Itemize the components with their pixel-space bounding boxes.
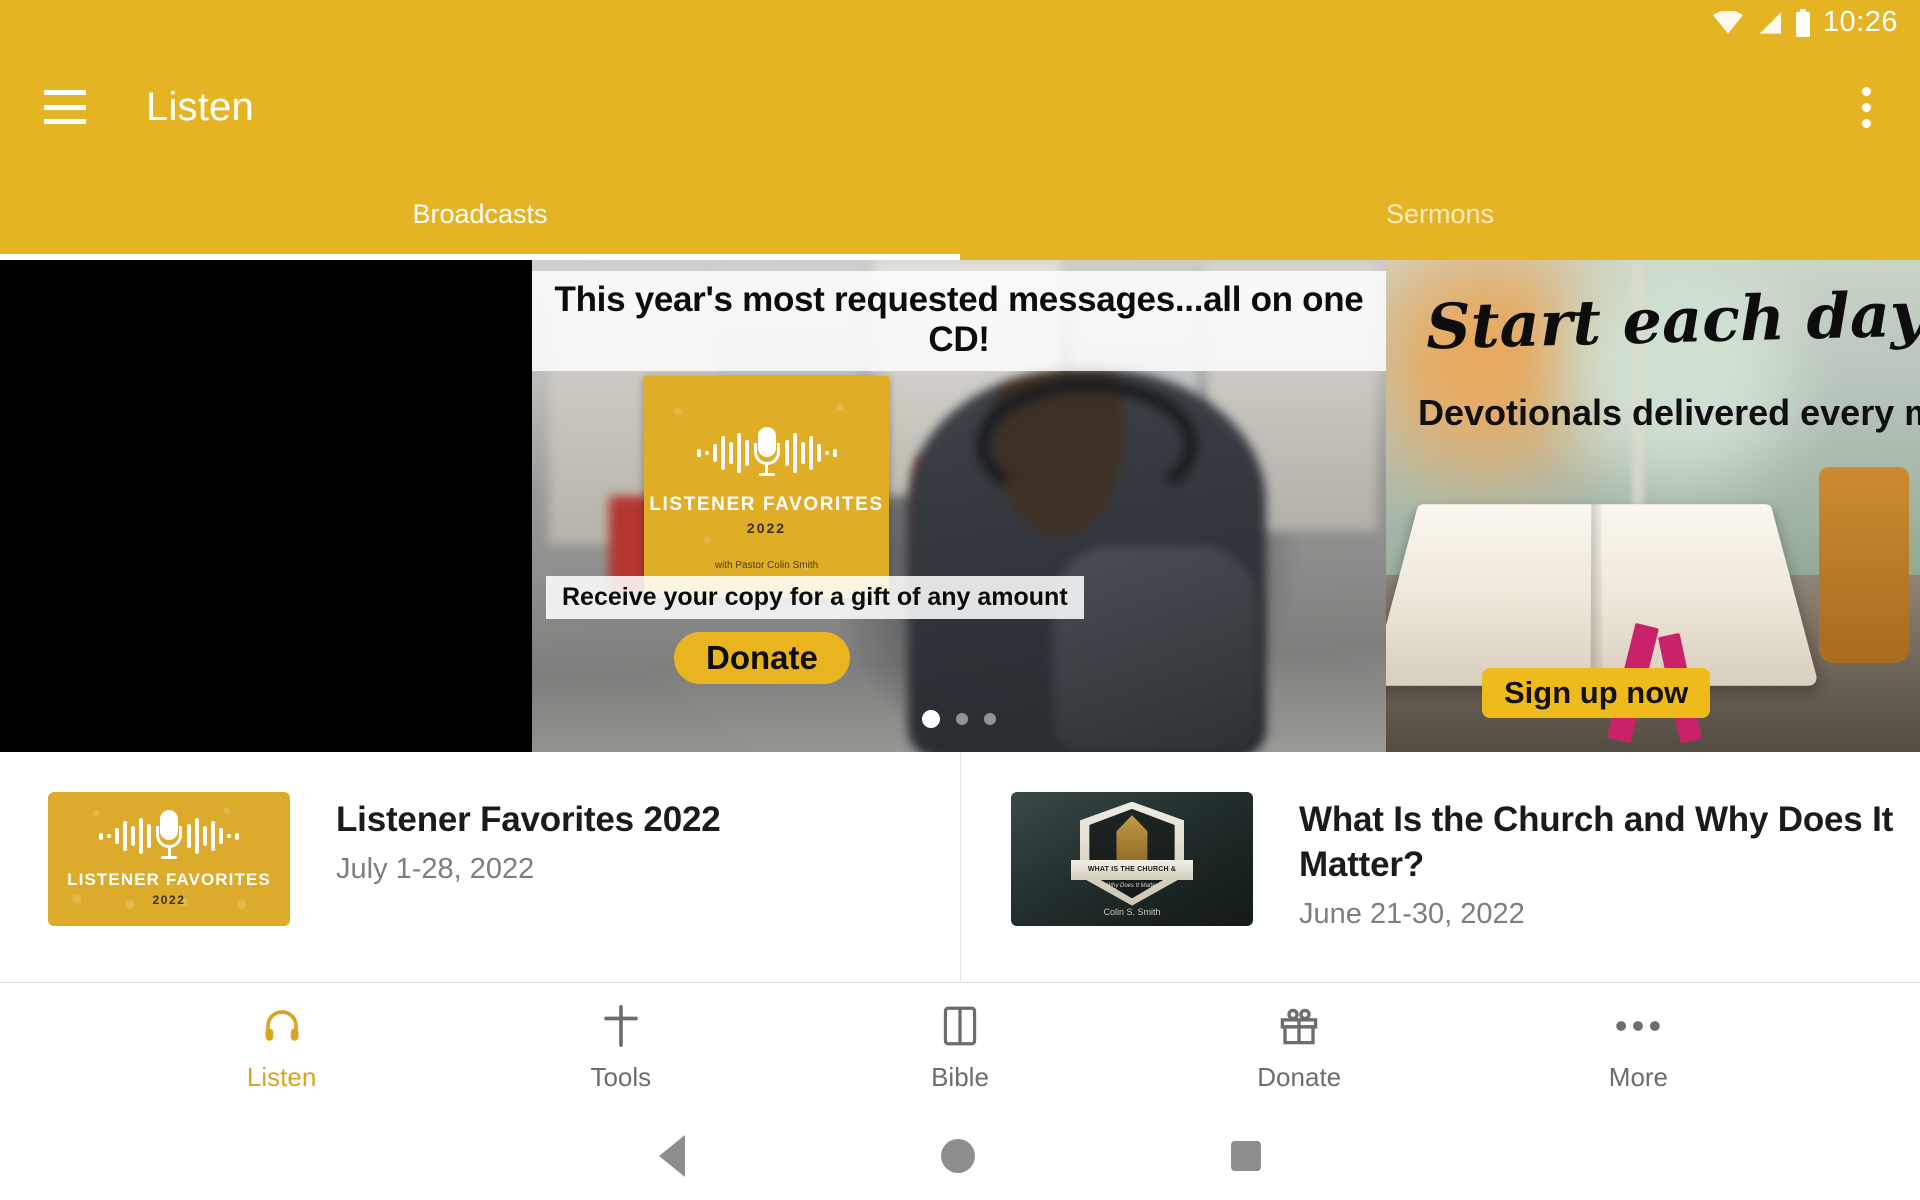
album-art-byline: with Pastor Colin Smith	[714, 560, 819, 571]
nav-label-more: More	[1608, 1061, 1669, 1092]
album-art-year: 2022	[746, 520, 787, 536]
book-icon	[941, 1003, 979, 1049]
carousel-dot-1[interactable]	[922, 710, 940, 728]
page-title: Listen	[146, 84, 254, 129]
nav-item-bible[interactable]: Bible	[790, 1003, 1129, 1093]
carousel-pagination-dots[interactable]	[922, 710, 996, 728]
album-art-listener-favorites: LISTENER FAVORITES 2022 with Pastor Coli…	[644, 376, 889, 598]
microphone-waveform-icon	[644, 420, 889, 486]
promo-headline: This year's most requested messages...al…	[554, 280, 1364, 359]
carousel-slide-devotionals[interactable]: Start each day in C Devotionals delivere…	[1386, 260, 1920, 752]
signup-button[interactable]: Sign up now	[1482, 668, 1711, 718]
thumbnail-what-is-the-church: WHAT IS THE CHURCH & Why Does It Matter …	[1011, 792, 1253, 926]
carousel-dot-3[interactable]	[984, 713, 996, 725]
nav-label-bible: Bible	[931, 1061, 989, 1092]
promo-subline: Receive your copy for a gift of any amou…	[562, 583, 1068, 611]
church-shield-badge-icon: WHAT IS THE CHURCH & Why Does It Matter	[1070, 801, 1194, 906]
overflow-menu-icon[interactable]	[1838, 79, 1894, 135]
devotionals-headline: Start each day in C	[1425, 273, 1920, 364]
app-screen: 10:26 Listen Broadcasts Sermons This yea…	[0, 0, 1920, 1200]
ellipsis-icon	[1615, 1003, 1661, 1049]
nav-label-tools: Tools	[590, 1061, 652, 1092]
thumbnail-title: LISTENER FAVORITES	[67, 870, 271, 889]
back-triangle-icon[interactable]	[659, 1135, 685, 1177]
thumbnail-author: Colin S. Smith	[1103, 907, 1161, 917]
wifi-icon	[1712, 11, 1744, 35]
carousel-dot-2[interactable]	[956, 713, 968, 725]
tab-bar: Broadcasts Sermons	[0, 168, 1920, 260]
bottom-navigation-bar: Listen Tools Bible Donate More	[0, 982, 1920, 1112]
promo-subline-banner: Receive your copy for a gift of any amou…	[546, 576, 1084, 619]
cellular-signal-icon	[1755, 11, 1783, 35]
status-bar-clock: 10:26	[1822, 5, 1898, 38]
hamburger-menu-icon[interactable]	[44, 90, 86, 124]
cross-icon	[601, 1003, 641, 1049]
list-item-title: What Is the Church and Why Does It Matte…	[1299, 800, 1894, 884]
nav-label-donate: Donate	[1257, 1061, 1342, 1092]
nav-label-listen: Listen	[246, 1061, 317, 1092]
signup-label: Sign up now	[1504, 675, 1689, 710]
app-bar: Listen	[0, 46, 1920, 168]
home-circle-icon[interactable]	[941, 1139, 975, 1173]
status-bar: 10:26	[0, 0, 1920, 46]
nav-item-listen[interactable]: Listen	[112, 1003, 451, 1093]
broadcast-list: LISTENER FAVORITES 2022 Listener Favorit…	[0, 752, 1920, 982]
list-item-meta: Listener Favorites 2022 July 1-28, 2022	[336, 792, 721, 886]
devotionals-subline: Devotionals delivered every mor	[1418, 392, 1920, 433]
recents-square-icon[interactable]	[1231, 1141, 1261, 1171]
promo-headline-banner: This year's most requested messages...al…	[532, 271, 1386, 371]
thumbnail-band-text: WHAT IS THE CHURCH &	[1087, 866, 1177, 874]
list-item[interactable]: WHAT IS THE CHURCH & Why Does It Matter …	[960, 752, 1920, 982]
nav-item-tools[interactable]: Tools	[451, 1003, 790, 1093]
tab-sermons[interactable]: Sermons	[960, 168, 1920, 260]
list-item[interactable]: LISTENER FAVORITES 2022 Listener Favorit…	[0, 752, 960, 982]
android-navigation-bar	[0, 1112, 1920, 1200]
album-art-title: LISTENER FAVORITES	[649, 494, 884, 515]
list-item-meta: What Is the Church and Why Does It Matte…	[1299, 792, 1894, 931]
gift-icon	[1278, 1003, 1320, 1049]
list-item-date: July 1-28, 2022	[336, 852, 535, 885]
nav-item-donate[interactable]: Donate	[1130, 1003, 1469, 1093]
promo-donate-label: Donate	[706, 639, 818, 676]
thumbnail-year: 2022	[152, 893, 186, 907]
list-item-date: June 21-30, 2022	[1299, 897, 1525, 930]
thumbnail-listener-favorites: LISTENER FAVORITES 2022	[48, 792, 290, 926]
carousel-slide-blank[interactable]	[0, 260, 532, 752]
battery-icon	[1794, 9, 1812, 37]
promo-donate-button[interactable]: Donate	[674, 632, 850, 684]
list-item-title: Listener Favorites 2022	[336, 800, 721, 839]
promo-carousel[interactable]: This year's most requested messages...al…	[0, 260, 1920, 752]
headphones-icon	[261, 1003, 303, 1049]
thumbnail-script-text: Why Does It Matter	[1106, 882, 1158, 889]
carousel-slide-listener-favorites[interactable]: This year's most requested messages...al…	[532, 260, 1386, 752]
tab-broadcasts[interactable]: Broadcasts	[0, 168, 960, 260]
nav-item-more[interactable]: More	[1469, 1003, 1808, 1093]
microphone-waveform-icon	[48, 808, 290, 864]
